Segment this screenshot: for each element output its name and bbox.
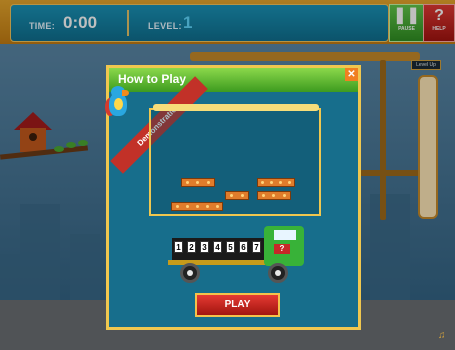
brick-block[interactable]: [257, 191, 291, 200]
how-to-play-dialog: How to Play ✕ Demonstration 1 2 3 4 5 6 …: [103, 65, 361, 330]
dialog-header: How to Play ✕: [109, 68, 358, 92]
number-truck: 1 2 3 4 5 6 7 ?: [164, 218, 309, 283]
brick-block[interactable]: [225, 191, 249, 200]
truck-number: 1: [174, 241, 183, 253]
close-icon[interactable]: ✕: [345, 68, 358, 81]
truck-number: 6: [239, 241, 248, 253]
music-note-icon[interactable]: ♫: [438, 330, 450, 342]
truck-number: 3: [200, 241, 209, 253]
dialog-title: How to Play: [118, 72, 187, 86]
truck-window: [274, 230, 296, 240]
truck-number: 2: [187, 241, 196, 253]
truck-wheel: [180, 263, 200, 283]
brick-block[interactable]: [257, 178, 295, 187]
brick-block[interactable]: [171, 202, 223, 211]
truck-number: 7: [252, 241, 261, 253]
parrot-beak: [122, 90, 129, 96]
truck-wheel: [268, 263, 288, 283]
demonstration-rail: [153, 104, 319, 111]
truck-question-sign: ?: [274, 244, 290, 254]
parrot-mascot: [103, 86, 133, 124]
parrot-belly: [114, 98, 123, 110]
play-button[interactable]: PLAY: [195, 293, 280, 317]
truck-number: 5: [226, 241, 235, 253]
truck-number: 4: [213, 241, 222, 253]
brick-block[interactable]: [181, 178, 215, 187]
